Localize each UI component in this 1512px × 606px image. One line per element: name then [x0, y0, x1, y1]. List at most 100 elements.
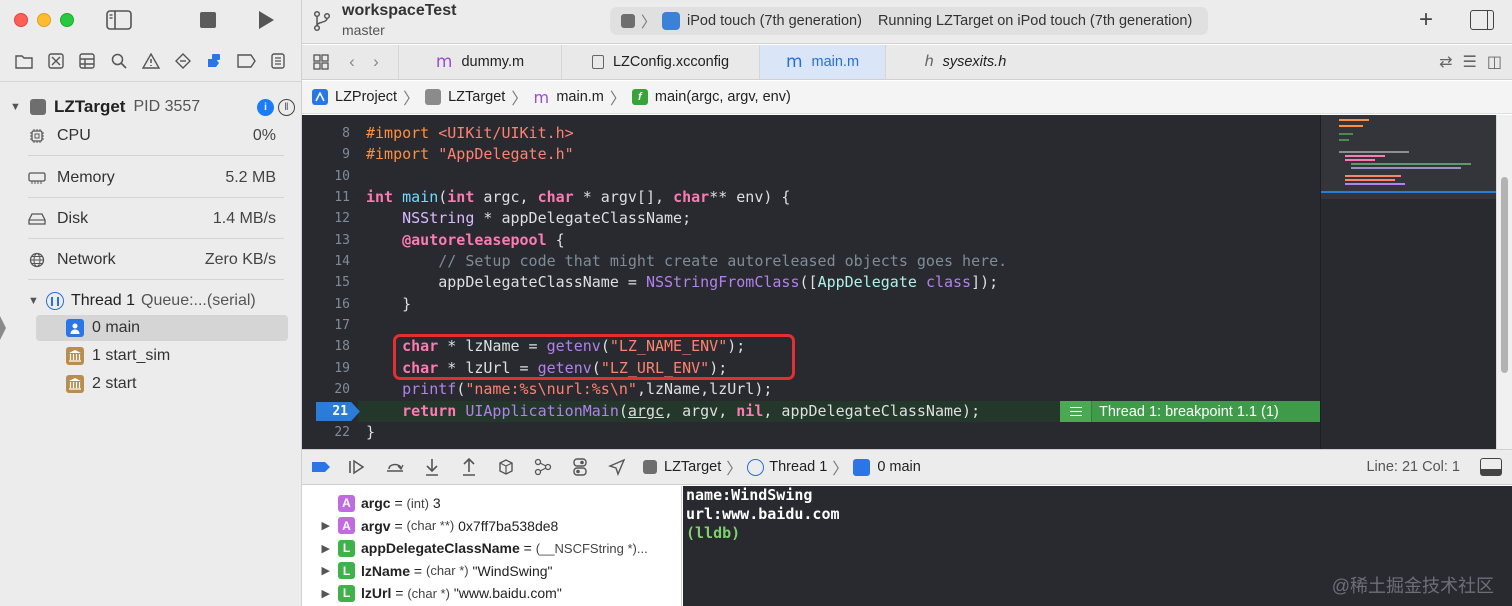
console-output[interactable]: name:WindSwing url:www.baidu.com (lldb) … — [683, 486, 1512, 606]
thread-filter-icon[interactable]: ‖ — [278, 98, 295, 116]
debug-navigator-icon[interactable] — [203, 50, 225, 72]
code-line: // Setup code that might create autorele… — [438, 252, 1008, 270]
stop-button[interactable] — [200, 12, 216, 28]
disclosure-triangle-icon[interactable]: ▼ — [10, 101, 24, 113]
branch-icon[interactable] — [312, 10, 332, 32]
variable-value: "WindSwing" — [468, 562, 553, 579]
watermark: @稀土掘金技术社区 — [1331, 576, 1494, 596]
variable-row[interactable]: Aargc = (int) 3 — [302, 492, 441, 514]
editor-tab-bar: ‹ › m dummy.m LZConfig.xcconfig m main.m… — [302, 45, 1512, 80]
issue-navigator-icon[interactable] — [140, 50, 162, 72]
chevron-right-icon: 〉 — [726, 461, 743, 478]
zoom-window-button[interactable] — [60, 13, 74, 27]
step-out-icon[interactable] — [450, 450, 487, 484]
run-destination[interactable]: iPod touch (7th generation) — [687, 13, 862, 29]
gauge-value: 5.2 MB — [225, 168, 276, 186]
debug-breadcrumb-target[interactable]: LZTarget — [664, 459, 721, 475]
variable-value: 3 — [428, 495, 441, 511]
tab-lzconfig[interactable]: LZConfig.xcconfig — [561, 45, 759, 79]
config-file-icon — [591, 55, 604, 69]
simulate-location-icon[interactable] — [598, 450, 635, 484]
scrollbar-thumb[interactable] — [1501, 177, 1508, 373]
breakpoint-menu-icon[interactable] — [1060, 401, 1092, 422]
debug-memory-graph-icon[interactable] — [524, 450, 561, 484]
related-items-grid-icon[interactable] — [302, 45, 340, 79]
debug-breadcrumb-thread[interactable]: Thread 1 — [769, 459, 827, 475]
tab-dummy-m[interactable]: m dummy.m — [398, 45, 561, 79]
add-icon[interactable]: + — [1416, 8, 1436, 32]
source-control-navigator-icon[interactable] — [45, 50, 67, 72]
editor-scrollbar[interactable] — [1496, 115, 1512, 449]
tab-main-m[interactable]: m main.m — [759, 45, 885, 79]
breadcrumb-file[interactable]: main.m — [556, 89, 604, 105]
device-icon[interactable] — [662, 12, 681, 30]
source-editor[interactable]: 8 9 10 11 12 13 14 15 16 17 18 19 20 22 … — [302, 115, 1320, 449]
gauge-value: 1.4 MB/s — [212, 209, 276, 227]
debug-breadcrumb-frame[interactable]: 0 main — [877, 459, 921, 475]
selection-indicator-icon — [0, 316, 6, 340]
code-line: NSString * appDelegateClassName; — [402, 209, 692, 227]
gauge-memory[interactable]: Memory 5.2 MB — [28, 158, 284, 198]
tab-label: LZConfig.xcconfig — [612, 54, 730, 70]
disclosure-triangle-icon[interactable]: ▶ — [302, 587, 338, 600]
tab-sysexits-h[interactable]: h sysexits.h — [885, 45, 1045, 79]
report-navigator-icon[interactable] — [267, 50, 289, 72]
variable-row[interactable]: ▶ LlzUrl = (char *) "www.baidu.com" — [302, 582, 562, 604]
stack-frame-row[interactable]: 2 start — [36, 371, 288, 397]
minimap[interactable] — [1320, 115, 1497, 449]
variable-row[interactable]: ▶ Aargv = (char **) 0x7ff7ba538de8 — [302, 515, 558, 537]
minimize-window-button[interactable] — [37, 13, 51, 27]
forward-chevron-icon[interactable]: › — [364, 52, 388, 72]
gauge-disk[interactable]: Disk 1.4 MB/s — [28, 199, 284, 239]
test-navigator-icon[interactable] — [172, 50, 194, 72]
continue-icon[interactable] — [339, 450, 376, 484]
disclosure-triangle-icon[interactable]: ▶ — [302, 564, 338, 577]
code-line: printf("name:%s\nurl:%s\n",lzName,lzUrl)… — [402, 380, 773, 398]
info-icon[interactable]: i — [257, 98, 274, 116]
back-chevron-icon[interactable]: ‹ — [340, 52, 364, 72]
breakpoint-navigator-icon[interactable] — [235, 50, 257, 72]
project-navigator-icon[interactable] — [13, 50, 35, 72]
disclosure-triangle-icon[interactable]: ▼ — [28, 295, 44, 307]
debug-view-hierarchy-icon[interactable] — [487, 450, 524, 484]
split-editor-icon[interactable]: ◫ — [1487, 52, 1502, 72]
find-navigator-icon[interactable] — [108, 50, 130, 72]
gauge-network[interactable]: Network Zero KB/s — [28, 240, 284, 280]
console-line: name:WindSwing — [686, 486, 813, 504]
editor-options-icon[interactable]: ☰ — [1463, 52, 1477, 72]
gauge-cpu[interactable]: CPU 0% — [28, 116, 284, 156]
scheme-icon[interactable] — [621, 14, 635, 28]
adjust-editor-icon[interactable]: ⇄ — [1439, 52, 1452, 72]
target-name: LZTarget — [54, 97, 126, 116]
current-instruction-arrow-icon[interactable]: 21 — [316, 402, 360, 421]
function-icon: f — [631, 89, 648, 105]
breadcrumb-symbol[interactable]: main(argc, argv, env) — [655, 89, 791, 105]
breakpoints-toggle-icon[interactable] — [302, 450, 339, 484]
code-line: #import "AppDelegate.h" — [366, 145, 574, 163]
variables-view[interactable]: Aargc = (int) 3 ▶ Aargv = (char **) 0x7ff7… — [302, 486, 682, 606]
breadcrumb-group[interactable]: LZTarget — [448, 89, 505, 105]
console-prompt[interactable]: (lldb) — [686, 524, 740, 542]
minimap-visible-region[interactable] — [1321, 115, 1497, 199]
breadcrumb-project[interactable]: LZProject — [335, 89, 397, 105]
stack-frame-label: 0 main — [92, 319, 141, 336]
line-number-gutter[interactable]: 8 9 10 11 12 13 14 15 16 17 18 19 20 22 — [302, 115, 358, 449]
step-into-icon[interactable] — [413, 450, 450, 484]
run-button[interactable] — [256, 10, 276, 30]
disclosure-triangle-icon[interactable]: ▶ — [302, 542, 338, 555]
variable-row[interactable]: ▶ LlzName = (char *) "WindSwing" — [302, 560, 552, 582]
thread-row[interactable]: ▼ Thread 1 Queue:...(serial) — [28, 289, 290, 313]
stack-frame-row[interactable]: 0 main — [36, 315, 288, 341]
disclosure-triangle-icon[interactable]: ▶ — [302, 519, 338, 532]
activity-view[interactable]: 〉 iPod touch (7th generation) Running LZ… — [610, 7, 1208, 35]
step-over-icon[interactable] — [376, 450, 413, 484]
environment-overrides-icon[interactable] — [561, 450, 598, 484]
toggle-console-icon[interactable] — [1480, 458, 1502, 476]
toggle-navigator-icon[interactable] — [106, 10, 132, 30]
close-window-button[interactable] — [14, 13, 28, 27]
variable-row[interactable]: ▶ LappDelegateClassName = (__NSCFString *… — [302, 537, 648, 559]
symbol-navigator-icon[interactable] — [76, 50, 98, 72]
breakpoint-annotation[interactable]: Thread 1: breakpoint 1.1 (1) — [1060, 401, 1320, 422]
toggle-inspector-icon[interactable] — [1470, 10, 1494, 30]
stack-frame-row[interactable]: 1 start_sim — [36, 343, 288, 369]
